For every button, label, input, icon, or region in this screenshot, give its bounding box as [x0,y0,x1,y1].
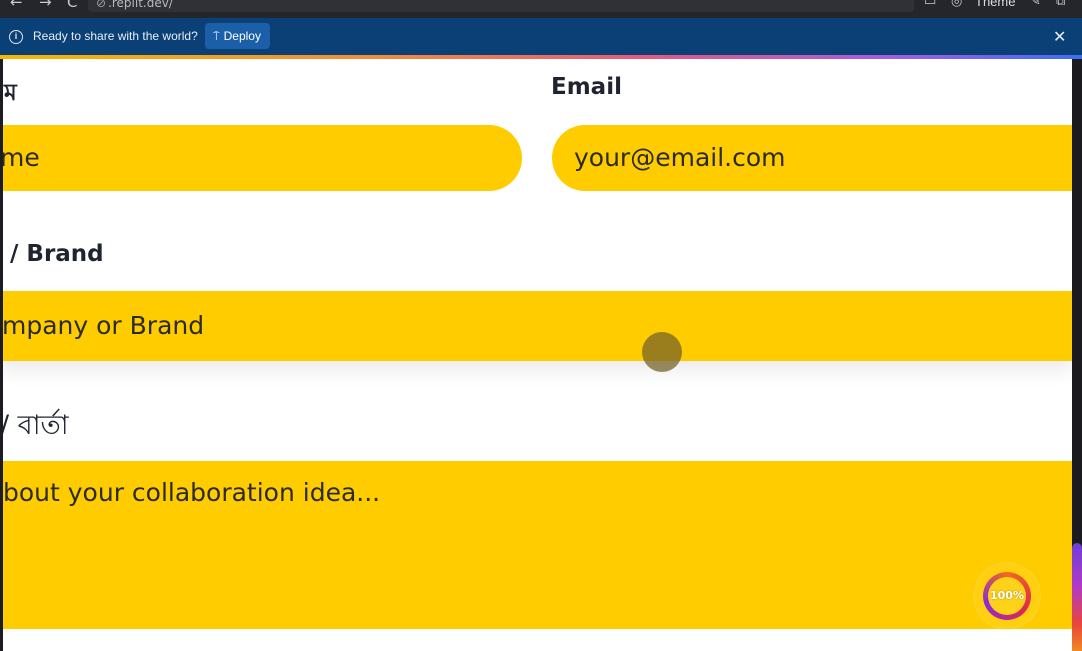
close-icon[interactable]: ✕ [1053,27,1066,46]
link-icon: ⊘ [96,0,107,10]
name-label: ম [4,80,17,106]
message-textarea[interactable]: bout your collaboration idea... [0,461,1072,629]
deploy-icon: ⍑ [213,31,220,43]
company-label: / Brand [10,241,104,267]
left-edge [0,59,3,651]
deploy-button[interactable]: ⍑ Deploy [205,23,270,49]
message-label: / বার্তা [0,410,69,441]
url-text: .replit.dev/ [108,0,173,10]
banner-message: Ready to share with the world? [33,29,198,43]
address-bar[interactable]: ⊘ .replit.dev/ [88,0,914,12]
deploy-banner: i Ready to share with the world? ⍑ Deploy… [0,18,1082,55]
devices-icon[interactable]: ▭ [924,0,936,9]
reload-icon[interactable]: C [67,0,77,11]
palette-icon[interactable]: ◎ [951,0,962,9]
browser-toolbar: ← → C ⊘ .replit.dev/ ▭ ◎ Theme ✎ ⧉ [0,0,1082,18]
external-link-icon[interactable]: ⧉ [1056,0,1065,9]
cursor-indicator [642,332,682,372]
page-viewport: ম me Email your@email.com / Brand mpany … [0,59,1072,651]
back-icon[interactable]: ← [10,0,23,11]
name-input[interactable]: me [0,125,522,191]
scroll-progress-widget[interactable]: 100% [975,564,1039,628]
wrench-icon[interactable]: ✎ [1030,0,1041,9]
email-input[interactable]: your@email.com [552,125,1072,191]
email-label: Email [551,74,622,100]
deploy-label: Deploy [223,29,261,43]
info-icon: i [9,30,23,44]
forward-icon[interactable]: → [39,0,52,11]
theme-button[interactable]: Theme [975,0,1015,9]
scrollbar-thumb[interactable] [1072,543,1082,651]
company-input[interactable]: mpany or Brand [0,291,1072,361]
progress-label: 100% [990,589,1024,602]
